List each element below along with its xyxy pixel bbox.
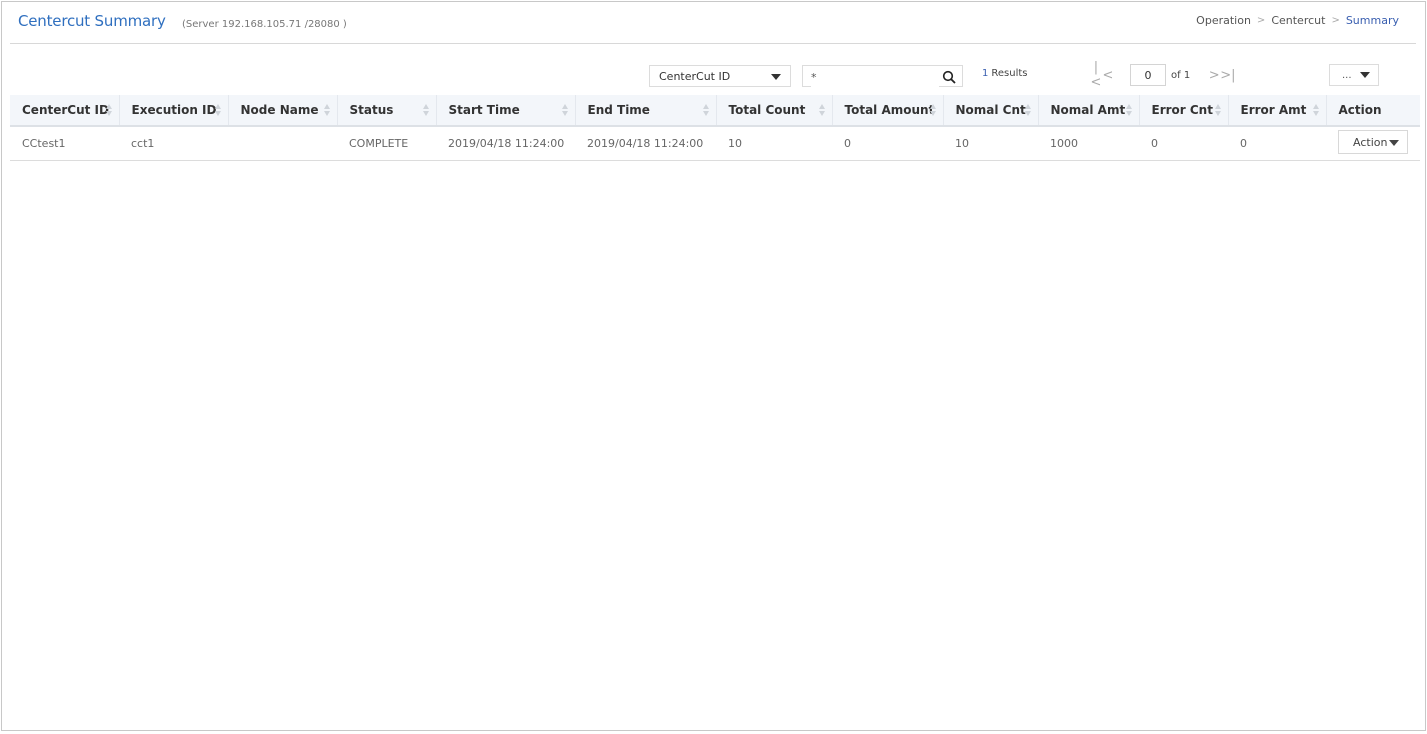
column-header-error-cnt[interactable]: Error Cnt	[1139, 95, 1229, 127]
breadcrumb-operation[interactable]: Operation	[1196, 14, 1251, 27]
chevron-down-icon	[771, 74, 781, 80]
column-label: Error Amt	[1240, 103, 1307, 117]
cell-status: COMPLETE	[349, 136, 409, 150]
cell-error-amt: 0	[1240, 136, 1247, 150]
breadcrumb-separator: >	[1331, 15, 1340, 26]
page-title: Centercut Summary	[18, 12, 166, 30]
column-header-error-amt[interactable]: Error Amt	[1228, 95, 1327, 127]
sort-icon[interactable]	[214, 104, 222, 116]
more-options-button[interactable]: ...	[1329, 64, 1379, 86]
cell-execution-id: cct1	[131, 136, 155, 150]
column-label: Error Cnt	[1151, 103, 1213, 117]
column-label: Start Time	[448, 103, 520, 117]
breadcrumb-centercut[interactable]: Centercut	[1271, 14, 1325, 27]
next-page-icon[interactable]: >	[1208, 68, 1220, 83]
sort-icon[interactable]	[561, 104, 569, 116]
column-label: Status	[349, 103, 394, 117]
column-header-end-time[interactable]: End Time	[575, 95, 717, 127]
sort-icon[interactable]	[422, 104, 430, 116]
summary-table: CenterCut ID Execution ID Node Name Stat…	[10, 95, 1420, 161]
results-number: 1	[982, 68, 989, 79]
breadcrumb: Operation > Centercut > Summary	[1196, 14, 1399, 27]
column-header-execution-id[interactable]: Execution ID	[119, 95, 229, 127]
first-page-icon[interactable]: |<	[1090, 60, 1102, 90]
sort-icon[interactable]	[818, 104, 826, 116]
column-header-nomal-cnt[interactable]: Nomal Cnt	[943, 95, 1039, 127]
pagination: |< < of 1 > >|	[1090, 60, 1236, 90]
server-info: (Server 192.168.105.71 /28080 )	[182, 19, 347, 30]
cell-end-time: 2019/04/18 11:24:00	[587, 136, 704, 150]
sort-icon[interactable]	[1024, 104, 1032, 116]
table-row[interactable]: CCtest1 cct1 COMPLETE 2019/04/18 11:24:0…	[10, 126, 1420, 160]
breadcrumb-separator: >	[1256, 15, 1266, 26]
sort-icon[interactable]	[702, 104, 710, 116]
sort-icon[interactable]	[1214, 104, 1222, 116]
column-label: Total Count	[728, 103, 806, 117]
table-header-row: CenterCut ID Execution ID Node Name Stat…	[10, 95, 1420, 127]
column-header-nomal-amt[interactable]: Nomal Amt	[1038, 95, 1140, 127]
row-action-label: Action	[1353, 135, 1388, 149]
page-number-input[interactable]	[1130, 64, 1166, 86]
column-label: CenterCut ID	[22, 103, 109, 117]
column-header-total-amount[interactable]: Total Amount	[832, 95, 944, 127]
cell-total-amount: 0	[844, 136, 851, 150]
cell-error-cnt: 0	[1151, 136, 1158, 150]
column-header-action: Action	[1326, 95, 1420, 127]
cell-action: Action	[1326, 126, 1420, 160]
breadcrumb-summary: Summary	[1345, 14, 1399, 27]
column-label: Total Amount	[844, 103, 935, 117]
chevron-down-icon	[1360, 72, 1370, 78]
prev-page-icon[interactable]: <	[1102, 68, 1114, 83]
column-header-node-name[interactable]: Node Name	[228, 95, 338, 127]
cell-centercut-id: CCtest1	[22, 136, 66, 150]
results-label: Results	[991, 68, 1028, 79]
cell-total-count: 10	[728, 136, 742, 150]
column-label: Nomal Amt	[1050, 103, 1126, 117]
filter-field-value: CenterCut ID	[659, 69, 731, 83]
column-label: Execution ID	[131, 103, 217, 117]
sort-icon[interactable]	[323, 104, 331, 116]
column-label: Nomal Cnt	[955, 103, 1026, 117]
cell-nomal-amt: 1000	[1050, 136, 1078, 150]
cell-start-time: 2019/04/18 11:24:00	[448, 136, 565, 150]
column-label: Node Name	[240, 103, 319, 117]
filter-field-select[interactable]: CenterCut ID	[649, 65, 791, 87]
column-header-status[interactable]: Status	[337, 95, 437, 127]
column-header-total-count[interactable]: Total Count	[716, 95, 833, 127]
page-total: of 1	[1171, 69, 1191, 81]
sort-icon[interactable]	[105, 104, 113, 116]
column-header-start-time[interactable]: Start Time	[436, 95, 576, 127]
cell-node-name	[228, 126, 337, 160]
results-count: 1 Results	[982, 68, 1027, 79]
header-divider	[10, 43, 1416, 44]
search-box	[802, 65, 963, 87]
cell-nomal-cnt: 10	[955, 136, 969, 150]
column-label: End Time	[587, 103, 650, 117]
search-input[interactable]	[811, 68, 939, 87]
column-header-centercut-id[interactable]: CenterCut ID	[10, 95, 120, 127]
last-page-icon[interactable]: >|	[1220, 68, 1235, 83]
sort-icon[interactable]	[1312, 104, 1320, 116]
page-frame: Centercut Summary (Server 192.168.105.71…	[1, 1, 1426, 731]
more-options-label: ...	[1342, 69, 1352, 81]
sort-icon[interactable]	[929, 104, 937, 116]
row-action-button[interactable]: Action	[1338, 130, 1408, 155]
sort-icon[interactable]	[1125, 104, 1133, 116]
column-label: Action	[1338, 103, 1382, 117]
search-icon[interactable]	[942, 70, 956, 84]
chevron-down-icon	[1389, 140, 1399, 147]
